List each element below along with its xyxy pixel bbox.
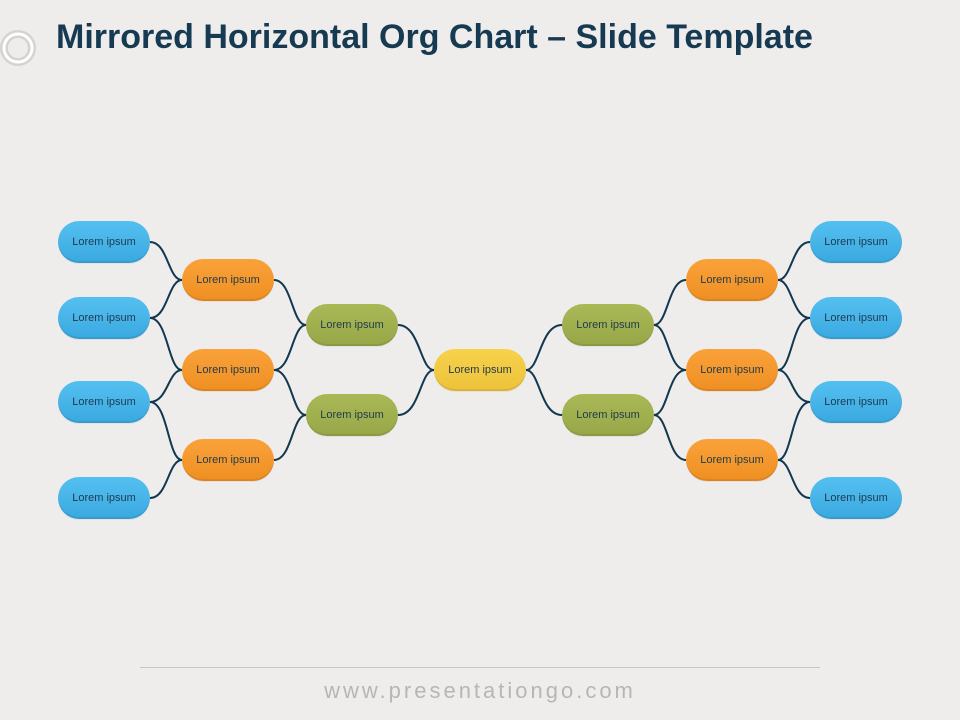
- right-green-1: Lorem ipsum: [562, 304, 654, 346]
- ring-icon: [0, 24, 42, 77]
- left-blue-2: Lorem ipsum: [58, 297, 150, 339]
- footer-text: www.presentationgo.com: [0, 678, 960, 704]
- left-orange-3: Lorem ipsum: [182, 439, 274, 481]
- footer-divider: [140, 667, 820, 668]
- left-green-1: Lorem ipsum: [306, 304, 398, 346]
- left-blue-1: Lorem ipsum: [58, 221, 150, 263]
- right-blue-2: Lorem ipsum: [810, 297, 902, 339]
- right-orange-2: Lorem ipsum: [686, 349, 778, 391]
- org-chart: Lorem ipsum Lorem ipsum Lorem ipsum Lore…: [0, 210, 960, 530]
- slide-header: Mirrored Horizontal Org Chart – Slide Te…: [0, 18, 960, 77]
- footer: www.presentationgo.com: [0, 667, 960, 704]
- right-blue-4: Lorem ipsum: [810, 477, 902, 519]
- left-blue-3: Lorem ipsum: [58, 381, 150, 423]
- slide-title: Mirrored Horizontal Org Chart – Slide Te…: [56, 18, 813, 57]
- left-green-2: Lorem ipsum: [306, 394, 398, 436]
- right-orange-3: Lorem ipsum: [686, 439, 778, 481]
- left-orange-1: Lorem ipsum: [182, 259, 274, 301]
- right-green-2: Lorem ipsum: [562, 394, 654, 436]
- left-orange-2: Lorem ipsum: [182, 349, 274, 391]
- left-blue-4: Lorem ipsum: [58, 477, 150, 519]
- center-node: Lorem ipsum: [434, 349, 526, 391]
- right-blue-1: Lorem ipsum: [810, 221, 902, 263]
- right-orange-1: Lorem ipsum: [686, 259, 778, 301]
- right-blue-3: Lorem ipsum: [810, 381, 902, 423]
